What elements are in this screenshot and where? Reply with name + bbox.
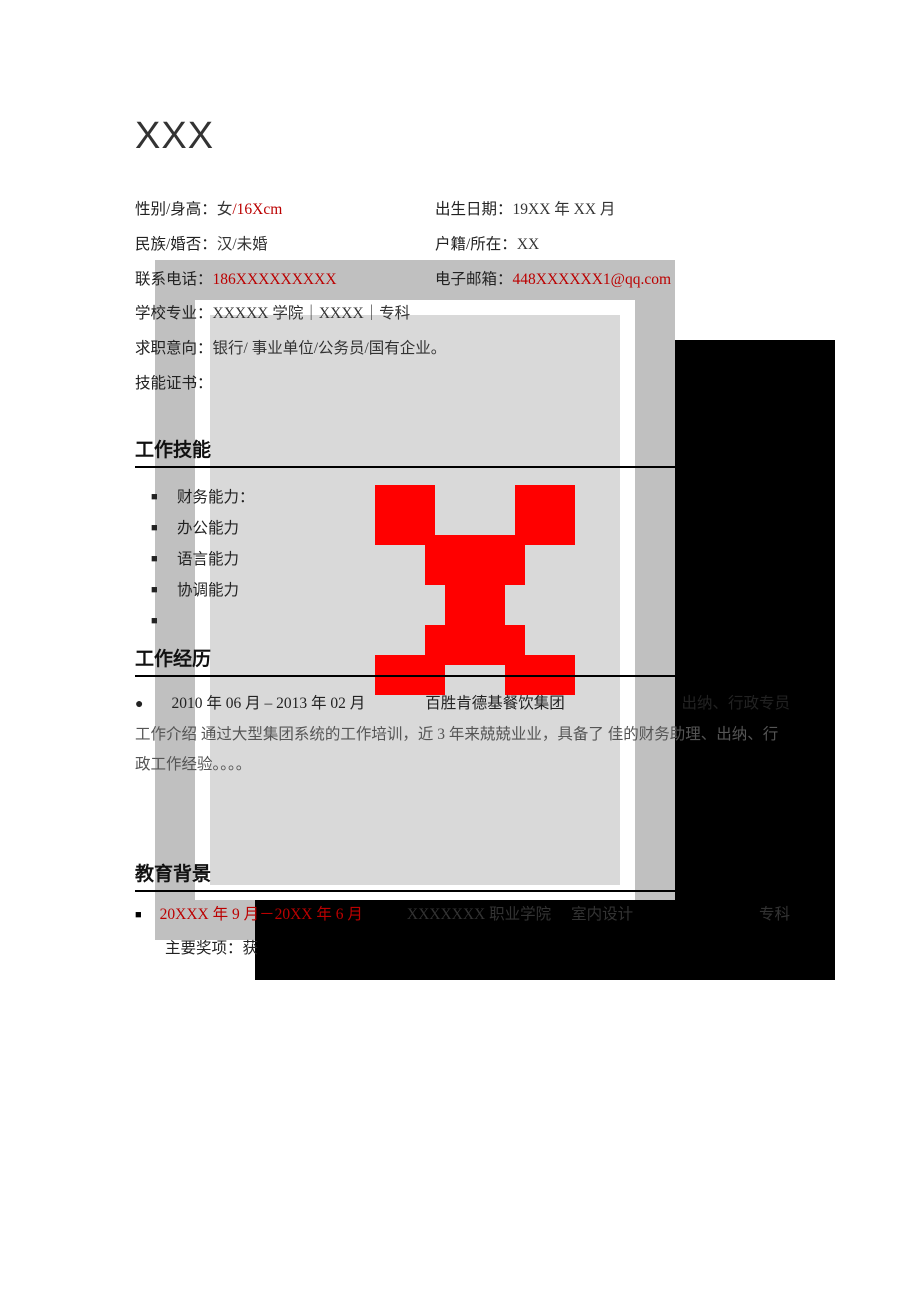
- experience-company: 百胜肯德基餐饮集团: [425, 689, 565, 718]
- gender-value: 女: [217, 198, 233, 223]
- email-label: 电子邮箱：: [435, 268, 513, 293]
- skill-item: 语言能力: [151, 544, 790, 575]
- phone-label: 联系电话：: [135, 268, 213, 293]
- gender-height-field: 性别/身高： 女 / 16Xcm: [135, 198, 435, 223]
- skill-item: 协调能力: [151, 575, 790, 606]
- registry-label: 户籍/所在：: [435, 233, 517, 258]
- education-awards: 主要奖项：获: [165, 936, 790, 958]
- education-degree: 专科: [759, 900, 790, 929]
- birth-value: 19XX 年 XX 月: [513, 198, 616, 223]
- experience-role: 出纳、行政专员: [681, 689, 790, 718]
- school-field: 学校专业： XXXXX 学院｜XXXX｜专科: [135, 302, 790, 327]
- experience-description: 工作介绍 通过大型集团系统的工作培训，近 3 年来兢兢业业，具备了 佳的财务助理…: [135, 720, 790, 779]
- skills-heading: 工作技能: [135, 435, 790, 468]
- gender-height-label: 性别/身高：: [135, 198, 217, 223]
- personal-info: 性别/身高： 女 / 16Xcm 出生日期： 19XX 年 XX 月 民族/婚否…: [135, 198, 790, 397]
- applicant-name: XXX: [135, 115, 790, 158]
- intention-value: 银行/ 事业单位/公务员/国有企业。: [213, 337, 447, 362]
- education-section: 教育背景 ■ 20XXX 年 9 月－20XX 年 6 月 XXXXXXX 职业…: [135, 859, 790, 957]
- skill-item: 办公能力: [151, 513, 790, 544]
- experience-section: 工作经历 ● 2010 年 06 月 – 2013 年 02 月 百胜肯德基餐饮…: [135, 644, 790, 779]
- ethnic-field: 民族/婚否： 汉/未婚: [135, 233, 435, 258]
- registry-value: XX: [517, 233, 539, 258]
- education-dates: 20XXX 年 9 月－20XX 年 6 月: [160, 900, 363, 929]
- phone-value: 186XXXXXXXXX: [213, 268, 337, 293]
- cert-field: 技能证书：: [135, 372, 790, 397]
- email-value: 448XXXXXX1@qq.com: [513, 268, 672, 293]
- education-heading: 教育背景: [135, 859, 790, 892]
- birth-field: 出生日期： 19XX 年 XX 月: [435, 198, 790, 223]
- phone-field: 联系电话： 186XXXXXXXXX: [135, 268, 435, 293]
- skill-item: 财务能力：: [151, 482, 790, 513]
- bullet-square-icon: ■: [135, 905, 142, 926]
- experience-dates: 2010 年 06 月 – 2013 年 02 月: [171, 689, 365, 718]
- experience-entry: ● 2010 年 06 月 – 2013 年 02 月 百胜肯德基餐饮集团 出纳…: [135, 689, 790, 719]
- education-school: XXXXXXX 职业学院: [407, 900, 551, 929]
- intention-label: 求职意向：: [135, 337, 213, 362]
- ethnic-value: 汉/未婚: [217, 233, 268, 258]
- skills-list: 财务能力： 办公能力 语言能力 协调能力: [135, 482, 790, 606]
- education-entry: ■ 20XXX 年 9 月－20XX 年 6 月 XXXXXXX 职业学院 室内…: [135, 900, 790, 929]
- birth-label: 出生日期：: [435, 198, 513, 223]
- bullet-circle-icon: ●: [135, 692, 143, 719]
- school-value: XXXXX 学院｜XXXX｜专科: [213, 302, 411, 327]
- education-major: 室内设计: [571, 900, 633, 929]
- height-value: 16Xcm: [237, 198, 283, 223]
- skills-section: 工作技能 财务能力： 办公能力 语言能力 协调能力: [135, 435, 790, 606]
- intention-field: 求职意向： 银行/ 事业单位/公务员/国有企业。: [135, 337, 790, 362]
- registry-field: 户籍/所在： XX: [435, 233, 790, 258]
- email-field: 电子邮箱： 448XXXXXX1@qq.com: [435, 268, 790, 293]
- cert-label: 技能证书：: [135, 372, 213, 397]
- school-label: 学校专业：: [135, 302, 213, 327]
- ethnic-label: 民族/婚否：: [135, 233, 217, 258]
- experience-heading: 工作经历: [135, 644, 790, 677]
